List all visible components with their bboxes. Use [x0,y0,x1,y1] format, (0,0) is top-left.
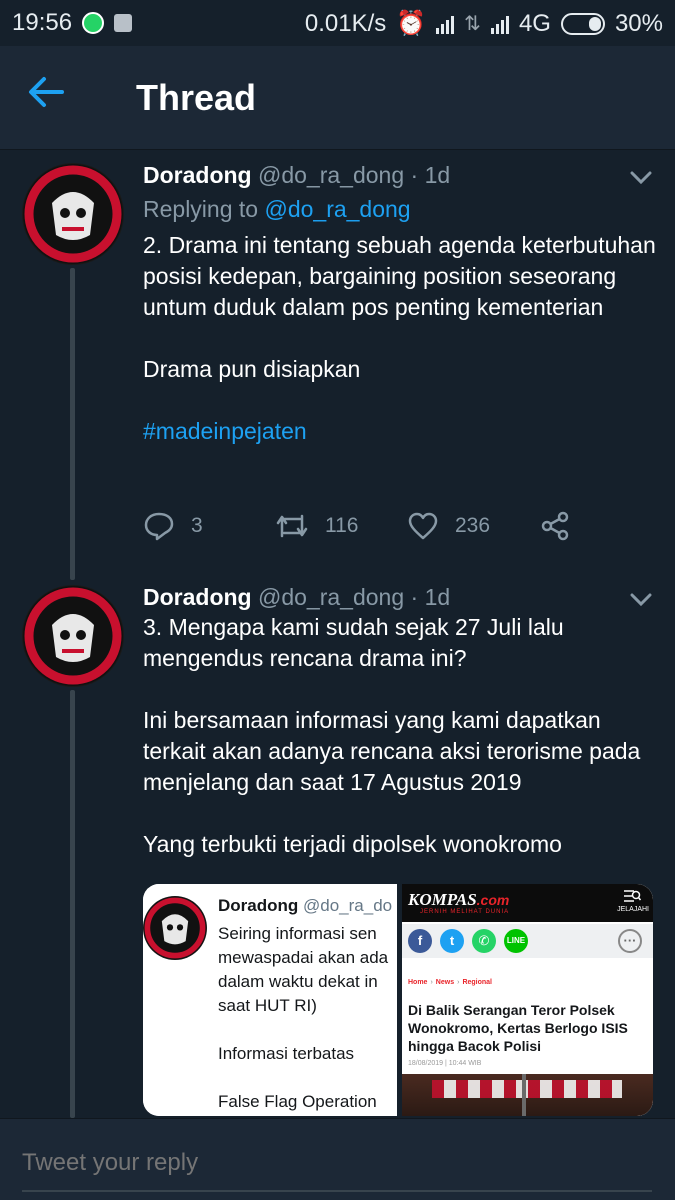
avatar[interactable] [22,163,124,265]
heart-icon [408,512,438,540]
tweet-paragraph: 3. Mengapa kami sudah sejak 27 Juli lalu… [143,614,564,671]
author-name[interactable]: Doradong [143,584,252,610]
share-row: f t ✆ LINE ··· [402,924,653,958]
tweet-paragraph: 2. Drama ini tentang sebuah agenda keter… [143,232,656,320]
embedded-handle: @do_ra_do [303,896,393,915]
back-button[interactable] [28,76,78,120]
kompas-header: KOMPAS.com JERNIH MELIHAT DUNIA JELAJAHI [402,884,653,922]
kompas-tagline: JERNIH MELIHAT DUNIA [420,909,510,915]
menu-icon [624,890,641,902]
author-name[interactable]: Doradong [143,162,252,188]
tweet-text: 2. Drama ini tentang sebuah agenda keter… [143,230,663,447]
embedded-author: Doradong @do_ra_do [218,896,392,916]
status-bar: 19:56 0.01K/s ⏰ ⇅ 4G 30% [0,0,675,46]
whatsapp-icon: ✆ [472,929,496,953]
tweet-paragraph: Drama pun disiapkan [143,356,361,382]
like-button[interactable]: 236 [407,512,540,540]
tweet-paragraph: Yang terbukti terjadi dipolsek wonokromo [143,831,562,857]
menu-label: JELAJAHI [617,906,649,913]
battery-icon [560,12,605,35]
embedded-avatar [143,896,207,960]
facebook-icon: f [408,929,432,953]
line-icon: LINE [504,929,528,953]
thread-line [70,268,75,580]
page-title: Thread [136,77,257,118]
article-photo [402,1074,653,1116]
twitter-icon: t [440,929,464,953]
tweet-header: Doradong @do_ra_dong · 1d [143,584,450,611]
breadcrumb: Home › News › Regional [408,979,492,986]
app-header: Thread [0,46,675,150]
tweet-paragraph: Ini bersamaan informasi yang kami dapatk… [143,707,641,795]
comment-icon: ··· [618,929,642,953]
signal-icon-2 [490,14,509,34]
replying-prefix: Replying to [143,196,259,222]
avatar[interactable] [22,585,124,687]
retweet-count: 116 [325,514,359,537]
data-arrows-icon: ⇅ [464,13,481,35]
thread-line [70,690,75,1118]
mention-link[interactable]: @do_ra_dong [264,196,410,222]
article-headline: Di Balik Serangan Teror Polsek Wonokromo… [408,1002,628,1054]
chevron-down-icon[interactable] [629,170,653,186]
alarm-icon: ⏰ [396,10,427,37]
share-button[interactable] [540,511,570,541]
network-speed: 0.01K/s [304,9,387,37]
whatsapp-icon [82,12,105,34]
signal-icon [436,14,455,34]
clock: 19:56 [12,9,73,36]
like-count: 236 [455,514,491,537]
reply-icon [144,512,174,541]
retweet-button[interactable]: 116 [275,512,407,540]
replying-to: Replying to @do_ra_dong [143,196,411,223]
author-handle: @do_ra_dong · 1d [258,162,451,188]
media-card[interactable]: Doradong @do_ra_do Seiring informasi sen… [143,884,653,1116]
reply-count: 3 [191,514,203,537]
retweet-icon [276,514,308,538]
hashtag-link[interactable]: #madeinpejaten [143,416,663,447]
arrow-left-icon [29,77,64,107]
author-handle: @do_ra_dong · 1d [258,584,451,610]
reply-input[interactable] [22,1145,652,1181]
reply-underline [22,1190,652,1192]
reply-bar [0,1118,675,1200]
network-type: 4G [518,9,551,37]
chevron-down-icon[interactable] [629,592,653,608]
embedded-tweet-screenshot[interactable]: Doradong @do_ra_do Seiring informasi sen… [143,884,398,1116]
article-date: 18/08/2019 | 10:44 WIB [408,1060,482,1067]
tweet-actions: 3 116 236 [143,506,643,546]
notification-icon [114,14,133,32]
reply-button[interactable]: 3 [143,511,275,541]
tweet-header: Doradong @do_ra_dong · 1d [143,162,450,189]
news-article-screenshot[interactable]: KOMPAS.com JERNIH MELIHAT DUNIA JELAJAHI… [402,884,653,1116]
kompas-logo: KOMPAS.com [408,890,510,909]
battery-level: 30% [614,9,663,37]
tweet[interactable]: Doradong @do_ra_dong · 1d Replying to @d… [0,150,675,580]
embedded-name: Doradong [218,896,299,915]
tweet-text: 3. Mengapa kami sudah sejak 27 Juli lalu… [143,612,663,860]
share-icon [541,511,569,541]
